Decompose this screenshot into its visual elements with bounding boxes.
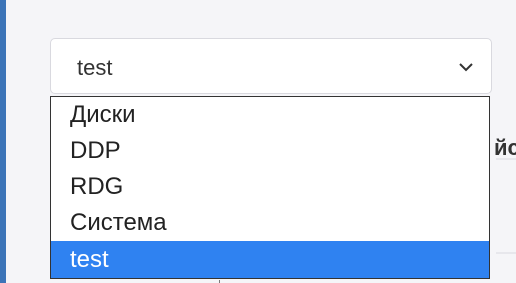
dropdown-option-test[interactable]: test (51, 241, 489, 278)
select-current-value: test (77, 55, 113, 80)
background-divider-top (496, 158, 516, 160)
select-dropdown-list[interactable]: Диски DDP RDG Система test (50, 96, 490, 279)
dropdown-option-system[interactable]: Система (51, 205, 489, 241)
category-select[interactable]: test (50, 38, 492, 94)
dropdown-option-ddp[interactable]: DDP (51, 133, 489, 169)
background-partial-text: йс (494, 136, 516, 160)
background-divider-bottom (496, 252, 516, 254)
dropdown-option-disks[interactable]: Диски (51, 97, 489, 133)
chevron-down-icon (459, 63, 473, 72)
dropdown-option-rdg[interactable]: RDG (51, 169, 489, 205)
